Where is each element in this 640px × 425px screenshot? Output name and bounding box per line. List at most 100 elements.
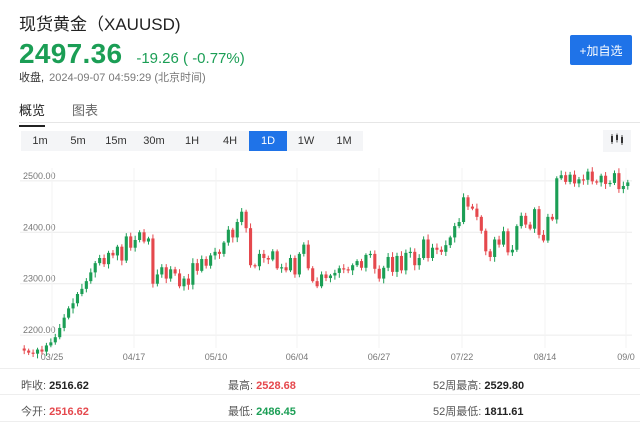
candle <box>240 211 244 222</box>
candle <box>67 308 71 318</box>
candle <box>626 182 630 186</box>
range-30m[interactable]: 30m <box>135 131 173 151</box>
candle <box>453 226 457 238</box>
candle <box>377 268 381 279</box>
closed-label: 收盘, <box>19 72 45 84</box>
range-15m[interactable]: 15m <box>97 131 135 151</box>
candle <box>49 342 53 346</box>
candle <box>621 186 625 190</box>
candle <box>209 255 213 266</box>
candle <box>559 175 563 179</box>
candle <box>422 239 426 258</box>
candle <box>311 268 315 282</box>
candle <box>568 174 572 182</box>
range-1m[interactable]: 1m <box>21 131 59 151</box>
candle <box>586 171 590 180</box>
candle <box>146 238 151 242</box>
candle <box>288 258 293 271</box>
candle <box>200 259 204 271</box>
candle <box>533 209 537 229</box>
y-tick-label: 2300.00 <box>23 274 56 284</box>
candle <box>297 253 301 275</box>
candle <box>524 215 528 225</box>
candle <box>44 345 48 352</box>
candle <box>106 252 111 265</box>
candle <box>231 229 235 238</box>
range-1mo[interactable]: 1M <box>325 131 363 151</box>
x-tick-label: 09/0 <box>617 352 635 360</box>
candle <box>133 240 137 248</box>
candle <box>217 251 222 254</box>
price-chart[interactable]: 2200.00 2300.00 2400.00 2500.00 03/25 04/17 05… <box>0 160 640 360</box>
candle <box>328 275 332 279</box>
candle <box>138 232 142 240</box>
candle <box>204 259 208 266</box>
timeframe-selector: 1m 5m 15m 30m 1H 4H 1D 1W 1M <box>21 131 363 151</box>
stat-low: 最低: 2486.45 <box>228 403 296 419</box>
candle <box>408 251 412 254</box>
price-change: -19.26 ( -0.77%) <box>136 50 245 67</box>
range-4h[interactable]: 4H <box>211 131 249 151</box>
candle <box>164 267 168 279</box>
candle <box>262 253 266 258</box>
candle <box>213 251 217 256</box>
candle <box>541 234 546 241</box>
chart-type-button[interactable] <box>603 130 631 152</box>
candle <box>280 267 284 269</box>
candle <box>249 228 253 266</box>
candle <box>333 272 337 276</box>
candle <box>466 197 470 207</box>
candle <box>430 247 435 258</box>
candle <box>351 265 355 271</box>
x-tick-label: 03/25 <box>41 352 64 360</box>
candle <box>457 222 461 227</box>
stat-label: 今开: <box>21 406 47 418</box>
candle <box>488 251 492 257</box>
candle <box>355 261 359 266</box>
stat-value: 1811.61 <box>484 406 524 418</box>
candle <box>426 239 430 258</box>
candle <box>510 249 514 253</box>
x-tick-label: 06/04 <box>286 352 309 360</box>
stat-value: 2516.62 <box>49 380 89 392</box>
range-1w[interactable]: 1W <box>287 131 325 151</box>
candle <box>102 258 106 265</box>
candle <box>80 288 84 294</box>
stat-label: 最低: <box>228 406 254 418</box>
candle <box>399 255 403 271</box>
x-tick-label: 08/14 <box>534 352 557 360</box>
candle <box>373 253 377 269</box>
candle <box>40 349 44 352</box>
candle <box>22 348 26 351</box>
candle <box>368 253 372 256</box>
candle <box>142 232 146 242</box>
current-price: 2497.36 <box>19 38 123 69</box>
candle <box>293 258 297 275</box>
candlestick-icon <box>610 132 624 150</box>
range-5m[interactable]: 5m <box>59 131 97 151</box>
stat-prev-close: 昨收: 2516.62 <box>21 377 89 393</box>
stat-label: 最高: <box>228 380 254 392</box>
candle <box>493 239 497 257</box>
candle <box>572 174 577 184</box>
candle <box>417 258 421 266</box>
candle <box>75 294 80 304</box>
candle <box>581 179 585 181</box>
candle <box>306 244 310 269</box>
candle <box>382 267 386 279</box>
range-1d[interactable]: 1D <box>249 131 287 151</box>
candle <box>58 327 62 338</box>
candle <box>186 278 190 285</box>
candle <box>590 171 594 182</box>
market-status: 收盘, 2024-09-07 04:59:29 (北京时间) <box>19 69 206 85</box>
stat-value: 2529.80 <box>484 380 525 392</box>
candle <box>35 349 40 354</box>
candle <box>151 238 155 284</box>
add-to-watchlist-button[interactable]: +加自选 <box>570 35 632 65</box>
candle <box>129 236 133 248</box>
tab-divider <box>19 122 640 123</box>
candle <box>444 245 448 252</box>
range-1h[interactable]: 1H <box>173 131 211 151</box>
candle <box>484 230 488 252</box>
candle <box>612 173 617 183</box>
